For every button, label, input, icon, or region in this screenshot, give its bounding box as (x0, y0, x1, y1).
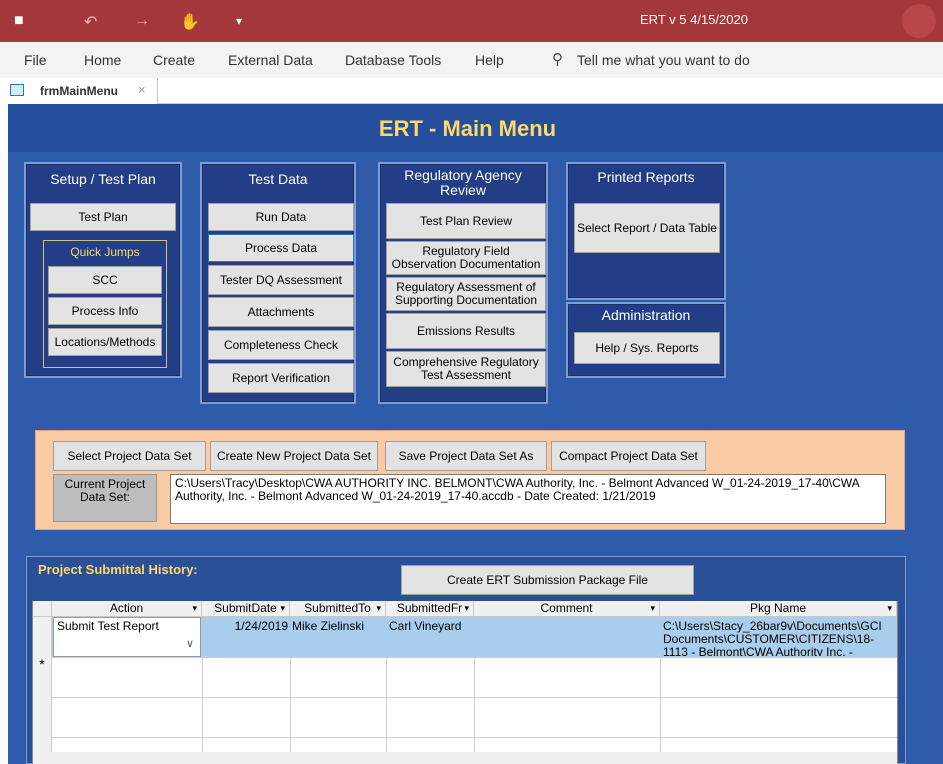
administration-title: Administration (601, 307, 691, 323)
cell-submittedfrom[interactable]: Carl Vineyard (389, 620, 474, 633)
locations-methods-button[interactable]: Locations/Methods (48, 328, 162, 356)
assessment-supporting-docs-button[interactable]: Regulatory Assessment of Supporting Docu… (386, 277, 546, 311)
action-combo[interactable]: Submit Test Report ∨ (53, 617, 201, 657)
process-data-button[interactable]: Process Data (208, 234, 354, 262)
save-project-as-button[interactable]: Save Project Data Set As (385, 441, 547, 471)
menu-create[interactable]: Create (153, 52, 195, 68)
column-header-submittedfrom[interactable]: SubmittedFr ▾ (386, 601, 474, 617)
cell-submitdate[interactable]: 1/24/2019 (206, 620, 288, 633)
menu-help[interactable]: Help (475, 52, 504, 68)
sort-icon[interactable]: ▾ (376, 601, 381, 616)
chevron-down-icon[interactable]: ∨ (186, 638, 194, 651)
sort-icon[interactable]: ▾ (887, 601, 892, 616)
page-title: ERT - Main Menu (378, 116, 557, 141)
help-sys-reports-button[interactable]: Help / Sys. Reports (574, 332, 720, 364)
touch-mode-icon[interactable]: ✋ (180, 12, 200, 32)
avatar[interactable] (902, 4, 936, 38)
quick-jumps-title: Quick Jumps (70, 245, 140, 259)
select-all-header[interactable] (33, 601, 52, 617)
tell-me-input[interactable]: Tell me what you want to do (577, 52, 750, 68)
current-project-label: Current Project Data Set: (53, 474, 157, 522)
report-verification-button[interactable]: Report Verification (208, 363, 354, 393)
undo-icon[interactable]: ↶ (84, 12, 97, 32)
close-icon[interactable]: × (138, 82, 146, 97)
customize-toolbar-icon[interactable]: ▾ (236, 14, 242, 28)
sort-icon[interactable]: ▾ (280, 601, 285, 616)
column-header-pkgname[interactable]: Pkg Name ▾ (660, 601, 897, 617)
attachments-button[interactable]: Attachments (208, 297, 354, 327)
record-selector[interactable] (33, 617, 52, 657)
column-header-comment[interactable]: Comment ▾ (474, 601, 660, 617)
process-info-button[interactable]: Process Info (48, 297, 162, 325)
select-project-button[interactable]: Select Project Data Set (53, 441, 206, 471)
test-data-panel-title: Test Data (248, 171, 308, 187)
redo-icon[interactable]: → (134, 12, 150, 30)
grid-line (52, 697, 897, 698)
comprehensive-assessment-button[interactable]: Comprehensive Regulatory Test Assessment (386, 351, 546, 387)
cell-submittedto[interactable]: Mike Zielinski (292, 620, 386, 633)
record-navigation-bar[interactable] (33, 752, 897, 764)
regulatory-panel-title: Regulatory Agency Review (404, 167, 522, 198)
tab-label: frmMainMenu (40, 84, 118, 98)
cell-pkgname[interactable]: C:\Users\Stacy_26bar9v\Documents\GCI Doc… (663, 620, 895, 656)
field-observation-button[interactable]: Regulatory Field Observation Documentati… (386, 241, 546, 275)
record-selector[interactable] (33, 697, 52, 752)
completeness-check-button[interactable]: Completeness Check (208, 330, 354, 360)
sort-icon[interactable]: ▾ (464, 601, 469, 616)
test-plan-review-button[interactable]: Test Plan Review (386, 203, 546, 239)
tester-dq-assessment-button[interactable]: Tester DQ Assessment (208, 265, 354, 295)
menu-file[interactable]: File (24, 52, 47, 68)
menu-external-data[interactable]: External Data (228, 52, 313, 68)
menu-database-tools[interactable]: Database Tools (345, 52, 441, 68)
emissions-results-button[interactable]: Emissions Results (386, 313, 546, 349)
column-header-submitdate[interactable]: SubmitDate ▾ (202, 601, 290, 617)
scc-button[interactable]: SCC (48, 266, 162, 294)
grid-line (52, 657, 897, 658)
select-report-button[interactable]: Select Report / Data Table (574, 203, 720, 253)
run-data-button[interactable]: Run Data (208, 203, 354, 231)
current-project-field[interactable]: C:\Users\Tracy\Desktop\CWA AUTHORITY INC… (170, 474, 886, 524)
column-header-action[interactable]: Action ▾ (52, 601, 202, 617)
test-plan-button[interactable]: Test Plan (30, 203, 176, 231)
title-bar: ■ ↶ → ✋ ▾ ERT v 5 4/15/2020 (0, 0, 943, 42)
new-record-selector[interactable]: * (33, 657, 52, 697)
sort-icon[interactable]: ▾ (650, 601, 655, 616)
printed-reports-title: Printed Reports (597, 169, 695, 185)
create-project-button[interactable]: Create New Project Data Set (210, 441, 378, 471)
submittal-history-title: Project Submittal History: (38, 562, 198, 577)
tab-frmmainmenu[interactable]: frmMainMenu × (0, 78, 158, 104)
column-header-submittedto[interactable]: SubmittedTo ▾ (290, 601, 386, 617)
document-tab-bar: frmMainMenu × (0, 78, 943, 104)
search-icon: ⚲ (552, 51, 563, 68)
create-submission-package-button[interactable]: Create ERT Submission Package File (401, 565, 694, 595)
sort-icon[interactable]: ▾ (192, 601, 197, 616)
form-icon (10, 84, 24, 96)
compact-project-button[interactable]: Compact Project Data Set (551, 441, 706, 471)
window-title: ERT v 5 4/15/2020 (640, 12, 748, 27)
menu-home[interactable]: Home (84, 52, 121, 68)
ribbon-tabs: File Home Create External Data Database … (0, 42, 943, 78)
setup-panel-title: Setup / Test Plan (50, 171, 156, 187)
save-icon[interactable]: ■ (14, 12, 24, 30)
grid-line (52, 737, 897, 738)
